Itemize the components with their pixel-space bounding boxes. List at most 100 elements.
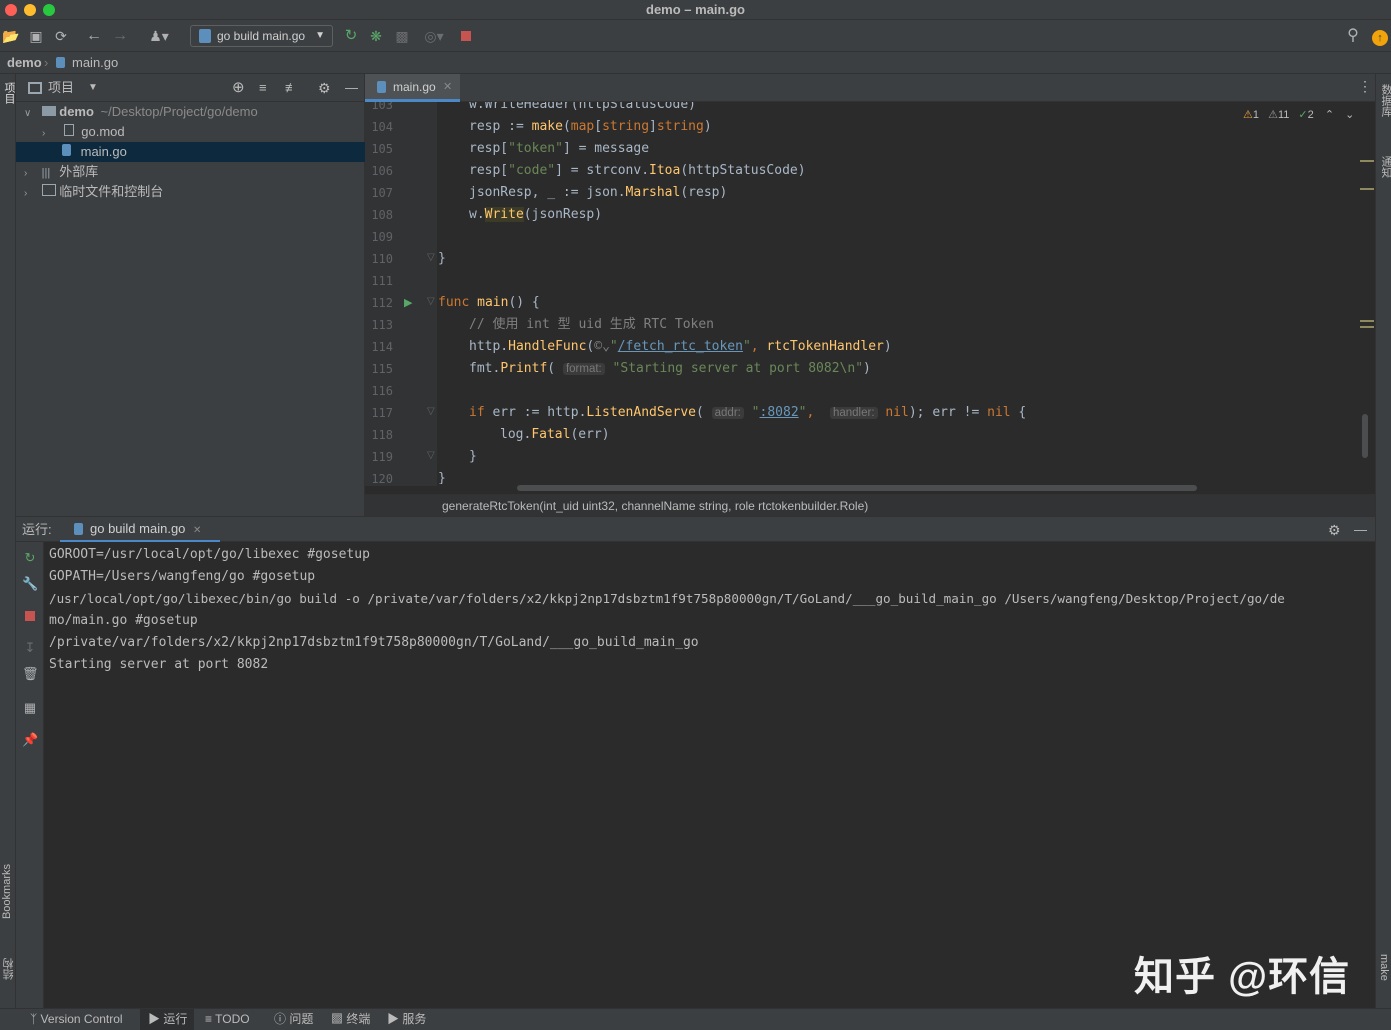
statusbar-services[interactable]: ▶ 服务 (387, 1009, 426, 1030)
line-number: 118 (371, 428, 393, 442)
weak-warning-icon: ⚠ (1268, 109, 1278, 121)
structure-tool-tab[interactable]: 结构 (1, 958, 17, 980)
console-line: GOROOT=/usr/local/opt/go/libexec #gosetu… (49, 547, 370, 562)
coverage-icon[interactable]: ▩ (393, 27, 411, 45)
run-configuration-select[interactable]: go build main.go ▼ (190, 25, 333, 47)
vertical-scrollbar[interactable] (1362, 414, 1368, 458)
chevron-down-icon[interactable]: ∨ (24, 104, 36, 124)
save-icon[interactable]: ▣ (27, 27, 45, 45)
next-highlight-icon[interactable]: ⌄ (1345, 109, 1354, 121)
close-tab-icon[interactable]: ✕ (193, 525, 201, 536)
fold-marker-icon[interactable]: ▽ (427, 296, 435, 307)
line-number: 108 (371, 208, 393, 222)
horizontal-scrollbar[interactable] (437, 484, 1375, 492)
stop-icon[interactable] (457, 27, 475, 45)
statusbar-version-control[interactable]: ᛉ Version Control (30, 1009, 123, 1030)
line-number: 116 (371, 384, 393, 398)
tree-item-main-go[interactable]: main.go (16, 142, 365, 162)
user-dropdown-icon[interactable]: ♟▾ (145, 27, 173, 45)
previous-highlight-icon[interactable]: ⌃ (1325, 109, 1334, 121)
tree-item-label: demo (59, 104, 94, 119)
forward-arrow-icon[interactable]: → (111, 27, 129, 45)
more-options-icon[interactable]: ⋮ (1358, 78, 1372, 95)
line-number: 117 (371, 406, 393, 420)
chevron-down-icon[interactable]: ▼ (88, 74, 98, 102)
sync-icon[interactable]: ⟳ (52, 27, 70, 45)
layout-icon[interactable]: ▦ (22, 700, 38, 716)
run-panel-header: 运行: go build main.go ✕ ⚙ — (16, 516, 1375, 543)
pin-icon[interactable]: 📌 (22, 732, 38, 748)
fold-marker-icon[interactable]: ▽ (427, 406, 435, 417)
status-bar: ᛉ Version Control ▶ 运行 ≡ TODO ⓘ 问题 ▩ 终端 … (0, 1008, 1391, 1030)
trash-icon[interactable]: 🗑 (22, 666, 39, 682)
tab-main-go[interactable]: main.go ✕ (365, 74, 460, 102)
statusbar-problems[interactable]: ⓘ 问题 (274, 1009, 313, 1030)
line-number: 103 (371, 102, 393, 112)
fold-marker-icon[interactable]: ▽ (427, 450, 435, 461)
chevron-right-icon[interactable]: › (24, 184, 36, 204)
play-icon: ▶ (148, 1012, 164, 1026)
console-line: Starting server at port 8082 (49, 657, 269, 672)
code-line-114: http.HandleFunc(©⌄"/fetch_rtc_token", rt… (469, 339, 892, 354)
gear-icon[interactable]: ⚙ (1328, 517, 1341, 543)
console-line: /private/var/folders/x2/kkpj2np17dsbztm1… (49, 635, 699, 650)
code-line-119: } (469, 449, 477, 464)
parameter-hint: addr: (711, 407, 744, 419)
rerun-icon[interactable]: ↻ (22, 550, 38, 566)
tree-item-demo[interactable]: ∨ demo ~/Desktop/Project/go/demo (16, 102, 365, 122)
typo-check-icon: ✓ (1298, 109, 1308, 121)
warning-count: 1 (1252, 109, 1259, 121)
collapse-all-icon[interactable]: ≢ (285, 74, 298, 102)
nav-project[interactable]: demo (7, 52, 42, 73)
scroll-to-end-icon[interactable]: ↧ (22, 640, 38, 656)
scrollbar-thumb[interactable] (517, 485, 1197, 491)
tree-item-label: 外部库 (59, 164, 99, 179)
wrench-icon[interactable]: 🔧 (22, 576, 38, 592)
update-icon[interactable]: ↑ (1371, 27, 1389, 46)
project-view-icon (28, 82, 42, 94)
search-icon[interactable]: ⚲ (1344, 27, 1362, 45)
folder-icon (41, 106, 56, 116)
debug-bug-icon[interactable]: ❋ (367, 27, 385, 45)
editor-breadcrumb[interactable]: generateRtcToken(int_uid uint32, channel… (365, 494, 1375, 516)
project-tool-tab[interactable]: 项目 (1, 82, 17, 104)
inspection-widget[interactable]: ⚠1 ⚠11 ✓2 ⌃ ⌄ (1243, 108, 1354, 121)
chevron-right-icon[interactable]: › (24, 164, 36, 184)
run-gutter-icon[interactable]: ▶ (404, 296, 412, 309)
hide-panel-icon[interactable]: — (345, 74, 358, 102)
run-panel-label: 运行: (22, 522, 52, 537)
close-tab-icon[interactable]: ✕ (443, 74, 452, 100)
tree-item-external-libraries[interactable]: › ||| 外部库 (16, 162, 365, 182)
back-arrow-icon[interactable]: ← (85, 27, 103, 45)
list-icon: ≡ (205, 1012, 216, 1026)
nav-file[interactable]: main.go (72, 52, 118, 73)
gear-icon[interactable]: ⚙ (318, 74, 331, 102)
code-area[interactable]: w.WriteHeader(httpStatusCode) resp := ma… (437, 102, 1357, 486)
database-tool-tab[interactable]: 数据库 (1378, 84, 1391, 117)
stop-icon[interactable] (22, 608, 38, 624)
make-tool-tab[interactable]: make (1378, 954, 1390, 981)
run-tab[interactable]: go build main.go ✕ (60, 517, 220, 543)
locate-target-icon[interactable]: ⊕ (232, 74, 245, 102)
project-panel-title[interactable]: 项目 (48, 74, 74, 102)
bookmarks-tool-tab[interactable]: Bookmarks (1, 864, 13, 919)
statusbar-run[interactable]: ▶ 运行 (140, 1009, 194, 1030)
notifications-tool-tab[interactable]: 通知 (1378, 156, 1391, 178)
tree-item-label: go.mod (81, 124, 125, 139)
tree-item-scratches[interactable]: › 临时文件和控制台 (16, 182, 365, 202)
line-number: 109 (371, 230, 393, 244)
statusbar-terminal[interactable]: ▩ 终端 (331, 1009, 370, 1030)
statusbar-todo[interactable]: ≡ TODO (205, 1009, 250, 1030)
rerun-icon[interactable]: ↻ (342, 27, 360, 45)
open-folder-icon[interactable]: 📂 (2, 27, 20, 45)
branch-icon: ᛉ (30, 1012, 41, 1026)
hide-panel-icon[interactable]: — (1354, 517, 1367, 543)
chevron-right-icon[interactable]: › (42, 124, 54, 144)
tree-item-go-mod[interactable]: › go.mod (16, 122, 365, 142)
editor-tab-bar: main.go ✕ ⋮ (365, 74, 1375, 102)
profile-dropdown-icon[interactable]: ◎▾ (418, 27, 450, 45)
editor-gutter: 103 104 105 106 107 108 109 110 111 112 … (365, 102, 437, 486)
fold-marker-icon[interactable]: ▽ (427, 252, 435, 263)
expand-all-icon[interactable]: ≡ (259, 74, 267, 102)
run-console[interactable]: GOROOT=/usr/local/opt/go/libexec #gosetu… (44, 542, 1375, 1008)
